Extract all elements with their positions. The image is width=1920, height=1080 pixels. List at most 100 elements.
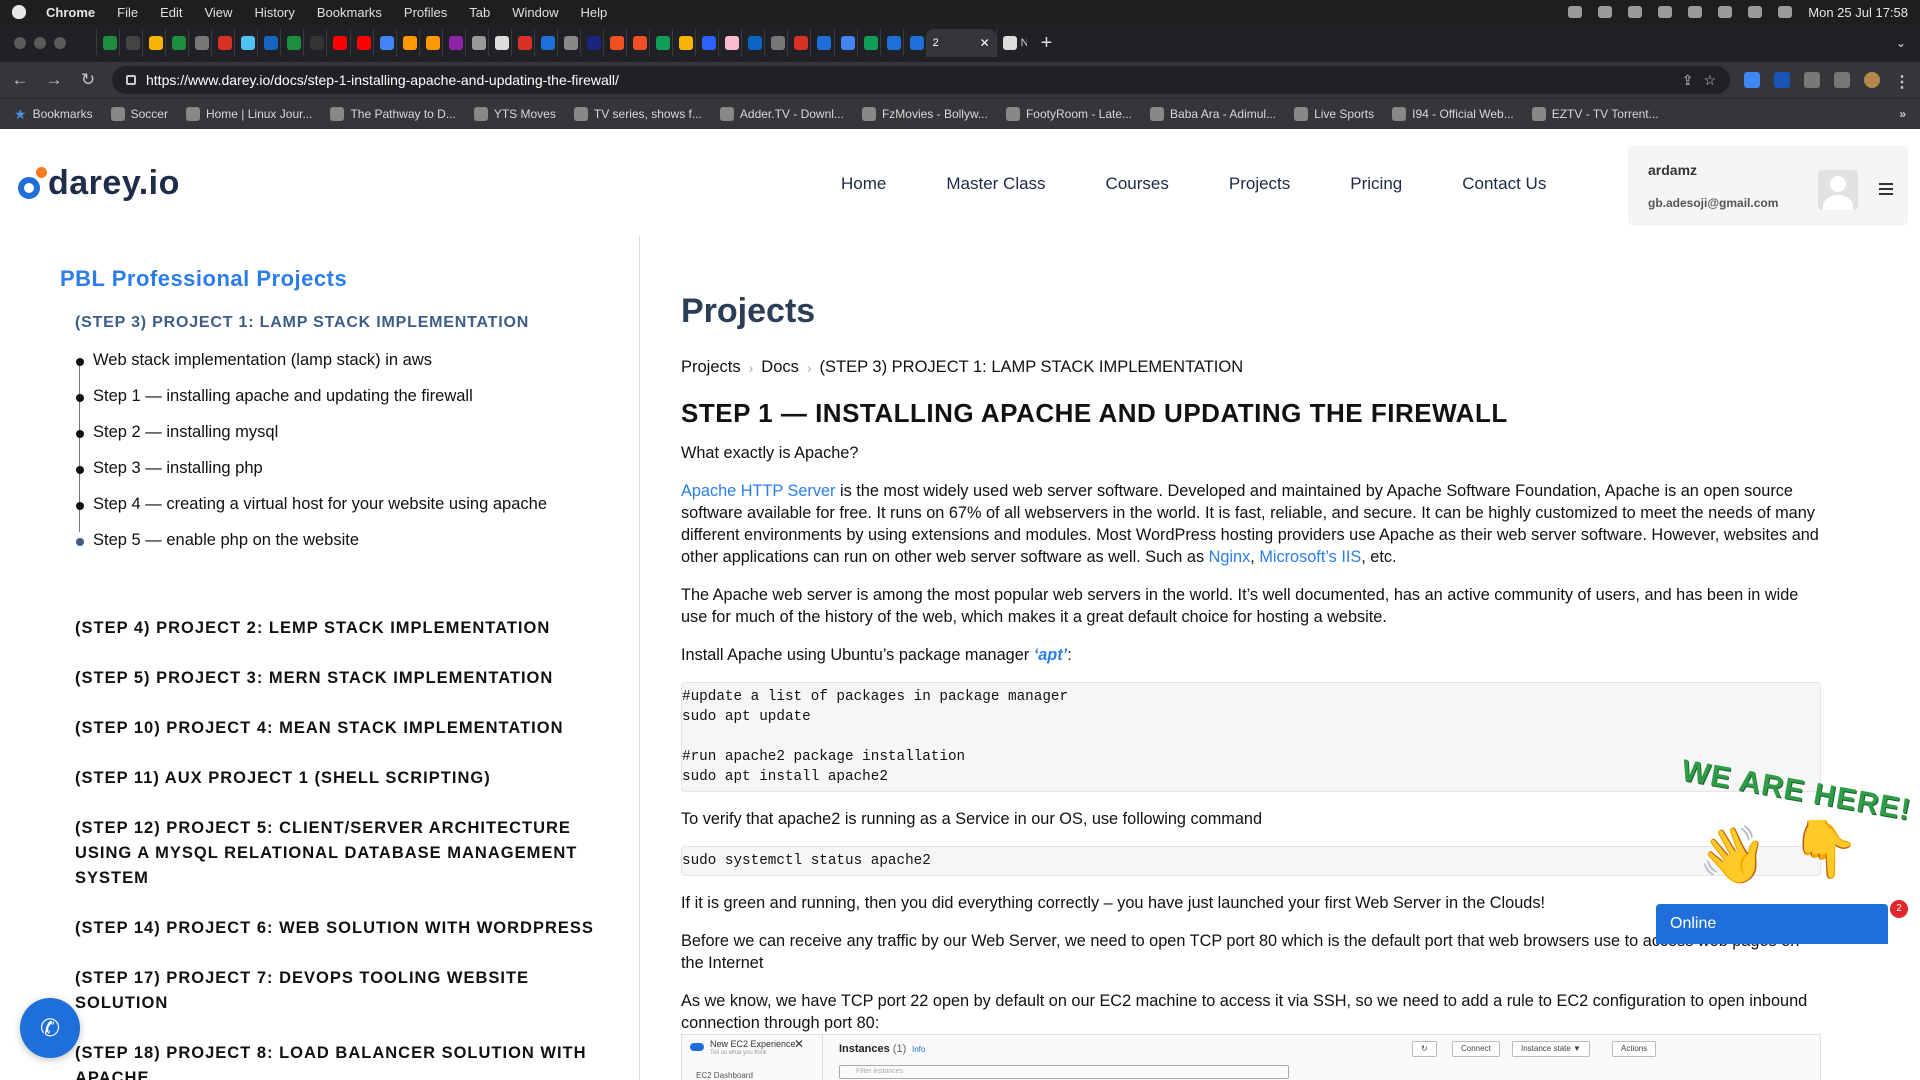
bookmark-item[interactable]: FootyRoom - Late...	[1005, 107, 1132, 121]
control-center-icon[interactable]	[1778, 6, 1793, 18]
browser-tab[interactable]: (	[741, 29, 764, 57]
bookmark-item[interactable]: I94 - Official Web...	[1392, 107, 1514, 121]
sidebar-step[interactable]: Step 2 — installing mysql	[76, 420, 547, 456]
menu-bookmarks[interactable]: Bookmarks	[317, 5, 382, 20]
menu-history[interactable]: History	[254, 5, 294, 20]
browser-tab[interactable]: k	[487, 29, 511, 57]
zoom-window-button[interactable]	[54, 37, 66, 49]
bookmark-item[interactable]: FzMovies - Bollyw...	[861, 107, 988, 121]
bookmark-item[interactable]: Baba Ara - Adimul...	[1150, 107, 1276, 121]
browser-tab[interactable]: A	[165, 29, 188, 57]
call-button[interactable]: ✆	[20, 998, 80, 1058]
chat-online-bar[interactable]: Online	[1656, 904, 1888, 944]
status-icon[interactable]	[1598, 6, 1613, 18]
extension-icon[interactable]	[1774, 72, 1790, 88]
browser-tab[interactable]: S	[579, 29, 603, 57]
code-block[interactable]: #update a list of packages in package ma…	[681, 682, 1821, 792]
bookmark-item[interactable]: Adder.TV - Downl...	[719, 107, 844, 121]
address-bar[interactable]: https://www.darey.io/docs/step-1-install…	[112, 66, 1730, 94]
active-tab[interactable]: 2 ✕	[925, 29, 996, 57]
sidebar-step[interactable]: Step 4 — creating a virtual host for you…	[76, 492, 547, 528]
sidebar-active-project[interactable]: (STEP 3) PROJECT 1: LAMP STACK IMPLEMENT…	[75, 314, 529, 332]
bookmark-item[interactable]: Soccer	[110, 107, 168, 121]
lock-icon[interactable]	[126, 75, 136, 85]
code-block[interactable]: sudo systemctl status apache2	[681, 846, 1821, 876]
browser-tab[interactable]: N	[995, 29, 1027, 57]
browser-tab[interactable]: B	[533, 29, 557, 57]
menu-app-name[interactable]: Chrome	[46, 5, 95, 20]
bookmark-item[interactable]: EZTV - TV Torrent...	[1531, 107, 1659, 121]
search-icon[interactable]	[1748, 6, 1763, 18]
menu-window[interactable]: Window	[512, 5, 558, 20]
sidebar-project[interactable]: (STEP 5) PROJECT 3: MERN STACK IMPLEMENT…	[75, 666, 595, 691]
browser-tab[interactable]: D	[626, 29, 649, 57]
browser-tab[interactable]: T	[649, 29, 672, 57]
bookmark-item[interactable]: TV series, shows f...	[573, 107, 702, 121]
browser-tab[interactable]: J	[395, 29, 419, 57]
sidepanel-icon[interactable]	[1834, 72, 1850, 88]
status-icon[interactable]	[1568, 6, 1583, 18]
apache-link[interactable]: Apache HTTP Server	[681, 482, 835, 500]
bookmarks-overflow-icon[interactable]: »	[1899, 107, 1906, 121]
chat-greeting-widget[interactable]: WE ARE HERE! 👋 👇	[1679, 754, 1914, 924]
browser-tab[interactable]: P	[280, 29, 303, 57]
nav-master-class[interactable]: Master Class	[946, 174, 1045, 194]
sidebar-project[interactable]: (STEP 12) PROJECT 5: CLIENT/SERVER ARCHI…	[75, 816, 595, 891]
nav-courses[interactable]: Courses	[1106, 174, 1169, 194]
forward-button[interactable]: →	[44, 70, 64, 90]
close-tab-icon[interactable]: ✕	[980, 36, 990, 50]
sidebar-project[interactable]: (STEP 10) PROJECT 4: MEAN STACK IMPLEMEN…	[75, 716, 595, 741]
nav-projects[interactable]: Projects	[1229, 174, 1290, 194]
sidebar-project[interactable]: (STEP 14) PROJECT 6: WEB SOLUTION WITH W…	[75, 916, 595, 941]
sidebar-project[interactable]: (STEP 18) PROJECT 8: LOAD BALANCER SOLUT…	[75, 1041, 595, 1080]
browser-tab[interactable]: C	[188, 29, 211, 57]
back-button[interactable]: ←	[10, 70, 30, 90]
minimize-window-button[interactable]	[34, 37, 46, 49]
menu-view[interactable]: View	[204, 5, 232, 20]
browser-tab[interactable]: C	[856, 29, 880, 57]
tab-search-chevron-icon[interactable]: ⌄	[1896, 36, 1906, 50]
browser-tab[interactable]: A	[418, 29, 442, 57]
browser-tab[interactable]: [	[441, 29, 465, 57]
sidebar-step[interactable]: Step 3 — installing php	[76, 456, 547, 492]
browser-tab[interactable]: A	[879, 29, 903, 57]
close-window-button[interactable]	[14, 37, 26, 49]
bookmark-item[interactable]: Home | Linux Jour...	[185, 107, 312, 121]
browser-tab[interactable]: P	[119, 29, 142, 57]
browser-tab[interactable]: R	[257, 29, 280, 57]
browser-tab[interactable]: h	[787, 29, 810, 57]
puzzle-icon[interactable]	[1804, 72, 1820, 88]
breadcrumb-projects[interactable]: Projects	[681, 358, 741, 377]
menu-help[interactable]: Help	[581, 5, 608, 20]
hamburger-menu-icon[interactable]	[1879, 183, 1893, 198]
sidebar-step[interactable]: Step 5 — enable php on the website	[76, 528, 547, 564]
user-panel[interactable]: ardamz gb.adesoji@gmail.com	[1628, 146, 1908, 226]
site-logo[interactable]: darey.io	[16, 164, 180, 203]
menu-profiles[interactable]: Profiles	[404, 5, 447, 20]
browser-tab[interactable]: c	[833, 29, 857, 57]
sidebar-project[interactable]: (STEP 11) AUX PROJECT 1 (SHELL SCRIPTING…	[75, 766, 595, 791]
browser-tab[interactable]: Y	[718, 29, 741, 57]
bookmark-item[interactable]: Live Sports	[1294, 107, 1374, 121]
new-tab-button[interactable]: +	[1041, 32, 1053, 55]
browser-tab[interactable]: T	[211, 29, 234, 57]
bookmark-item[interactable]: ★ Bookmarks	[14, 106, 93, 123]
breadcrumb-docs[interactable]: Docs	[761, 358, 799, 377]
kebab-menu-icon[interactable]: ⋮	[1894, 72, 1910, 91]
nav-home[interactable]: Home	[841, 174, 886, 194]
sidebar-step[interactable]: Step 1 — installing apache and updating …	[76, 384, 547, 420]
browser-tab[interactable]: d	[672, 29, 695, 57]
sidebar-project[interactable]: (STEP 4) PROJECT 2: LEMP STACK IMPLEMENT…	[75, 616, 595, 641]
browser-tab[interactable]: A	[303, 29, 326, 57]
browser-tab[interactable]: A	[810, 29, 833, 57]
profile-avatar[interactable]	[1864, 72, 1880, 88]
extension-icon[interactable]	[1744, 72, 1760, 88]
browser-tab[interactable]: L	[764, 29, 787, 57]
url-text[interactable]: https://www.darey.io/docs/step-1-install…	[146, 72, 1672, 88]
browser-tab[interactable]: A	[234, 29, 257, 57]
browser-tab[interactable]: N	[603, 29, 626, 57]
apt-link[interactable]: ‘apt’	[1034, 646, 1067, 664]
status-icon[interactable]	[1658, 6, 1673, 18]
sidebar-step[interactable]: Web stack implementation (lamp stack) in…	[76, 348, 547, 384]
wifi-icon[interactable]	[1718, 6, 1733, 18]
